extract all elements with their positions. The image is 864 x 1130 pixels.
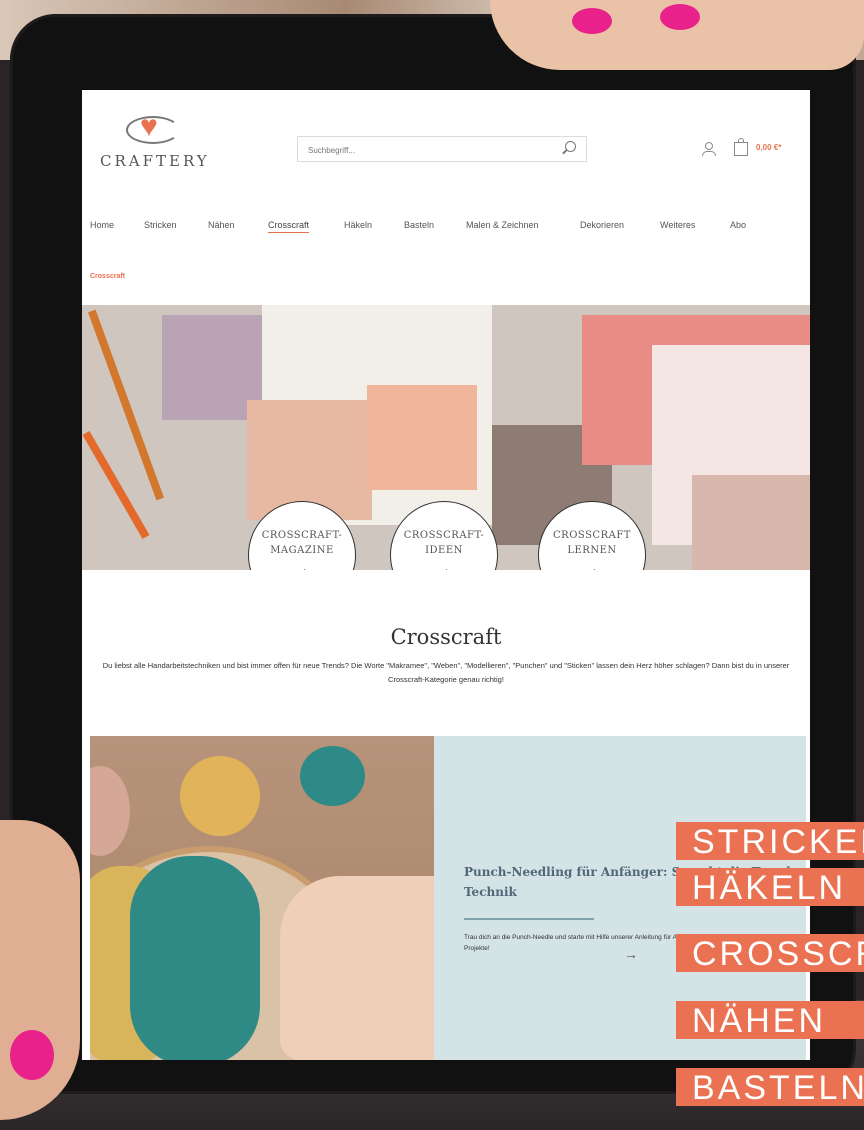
logo-text: CRAFTERY [100, 152, 210, 170]
overlay-tag: NÄHEN [676, 1001, 864, 1039]
hand-top [490, 0, 864, 70]
arrow-right-icon: → [437, 560, 451, 570]
arrow-right-icon: → [295, 560, 309, 570]
nav-item-naehen[interactable]: Nähen [208, 220, 235, 230]
site-logo[interactable]: ♥ CRAFTERY [100, 110, 210, 182]
site-header: ♥ CRAFTERY 0,00 €* [82, 90, 810, 200]
search-box [297, 136, 587, 163]
fingernail [660, 4, 700, 30]
yarn-ball [180, 756, 260, 836]
search-icon[interactable] [565, 141, 576, 152]
nav-item-dekorieren[interactable]: Dekorieren [580, 220, 624, 230]
nav-item-abo[interactable]: Abo [730, 220, 746, 230]
overlay-tag: HÄKELN [676, 868, 864, 906]
fingernail [10, 1030, 54, 1080]
hand-left [0, 820, 80, 1120]
overlay-tag: STRICKEN [676, 822, 864, 860]
hero-banner: CROSSCRAFT- MAGAZINE → CROSSCRAFT- IDEEN →… [82, 305, 810, 570]
cart-total[interactable]: 0,00 €* [756, 143, 781, 152]
page-title: Crosscraft [390, 625, 502, 649]
nav-item-weiteres[interactable]: Weiteres [660, 220, 695, 230]
punch-needle-yarn [130, 856, 260, 1060]
nav-item-stricken[interactable]: Stricken [144, 220, 177, 230]
arrow-right-icon[interactable]: → [624, 946, 638, 962]
pencil [88, 309, 164, 501]
nav-item-crosscraft[interactable]: Crosscraft [268, 220, 310, 233]
yarn-ball [300, 746, 365, 806]
fingernail [572, 8, 612, 34]
nav-item-home[interactable]: Home [90, 220, 114, 230]
article-image[interactable] [90, 736, 434, 1060]
user-icon[interactable] [702, 142, 716, 156]
fabric-swatch [367, 385, 477, 490]
browser-viewport: ♥ CRAFTERY 0,00 €* Home Stricken Nähen C… [82, 90, 810, 1060]
yarn-ball [90, 766, 130, 856]
overlay-tag: BASTELN [676, 1068, 864, 1106]
hand [280, 876, 434, 1060]
search-input[interactable] [298, 137, 550, 163]
hero-button-label: CROSSCRAFT- MAGAZINE [261, 530, 343, 556]
fabric-swatch [692, 475, 810, 570]
hero-button-label: CROSSCRAFT LERNEN [553, 530, 631, 556]
cart-icon[interactable] [734, 138, 748, 156]
heart-icon: ♥ [140, 110, 158, 143]
category-intro: Du liebst alle Handarbeitstechniken und … [102, 661, 790, 684]
divider [464, 918, 594, 920]
nav-item-haekeln[interactable]: Häkeln [344, 220, 372, 230]
breadcrumb[interactable]: Crosscraft [90, 273, 125, 280]
main-nav: Home Stricken Nähen Crosscraft Häkeln Ba… [82, 220, 810, 242]
nav-item-basteln[interactable]: Basteln [404, 220, 434, 230]
nav-item-malen-zeichnen[interactable]: Malen & Zeichnen [466, 220, 539, 230]
hero-button-label: CROSSCRAFT- IDEEN [403, 530, 485, 556]
arrow-right-icon: → [585, 560, 599, 570]
overlay-tag: CROSSCRAFT [676, 934, 864, 972]
